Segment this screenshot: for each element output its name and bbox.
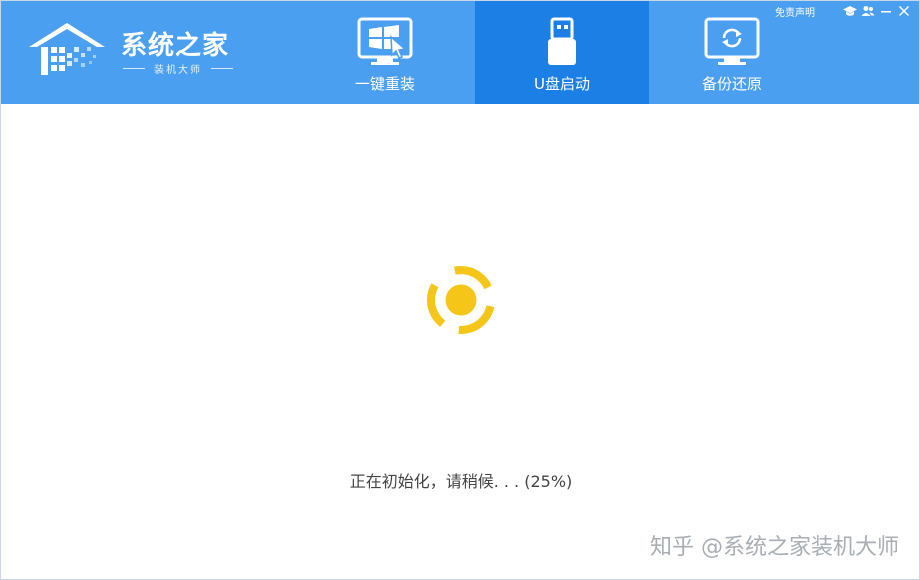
app-logo: 系统之家 装机大师 (23, 17, 243, 81)
windows-monitor-icon (357, 17, 413, 65)
tab-label: 一键重装 (354, 75, 415, 93)
backup-restore-icon (704, 17, 760, 65)
main-content: 正在初始化，请稍候. . . (25%) 知乎 @系统之家装机大师 (1, 104, 919, 579)
app-subtitle: 装机大师 (123, 61, 233, 76)
usb-drive-icon (548, 17, 576, 65)
minimize-icon[interactable] (879, 4, 893, 18)
tab-label: 备份还原 (701, 75, 762, 93)
close-icon[interactable] (897, 4, 911, 18)
app-title: 系统之家 (121, 31, 230, 61)
tab-label: U盘启动 (534, 75, 590, 93)
loading-spinner-icon (426, 266, 495, 335)
app-window: 系统之家 装机大师 一键重装 U盘启动 备份还原 免责声明 正在初始化，请稍候.… (0, 0, 920, 580)
disclaimer-link[interactable]: 免责声明 (775, 4, 815, 19)
header-bar: 系统之家 装机大师 一键重装 U盘启动 备份还原 免责声明 (1, 1, 919, 104)
graduation-cap-icon[interactable] (843, 4, 857, 18)
users-icon[interactable] (861, 4, 875, 18)
watermark: 知乎 @系统之家装机大师 (650, 535, 899, 560)
status-text: 正在初始化，请稍候. . . (25%) (349, 472, 573, 491)
tab-one-click-reinstall[interactable]: 一键重装 (298, 1, 472, 104)
house-logo-icon (29, 23, 105, 75)
tab-usb-boot[interactable]: U盘启动 (475, 1, 649, 104)
